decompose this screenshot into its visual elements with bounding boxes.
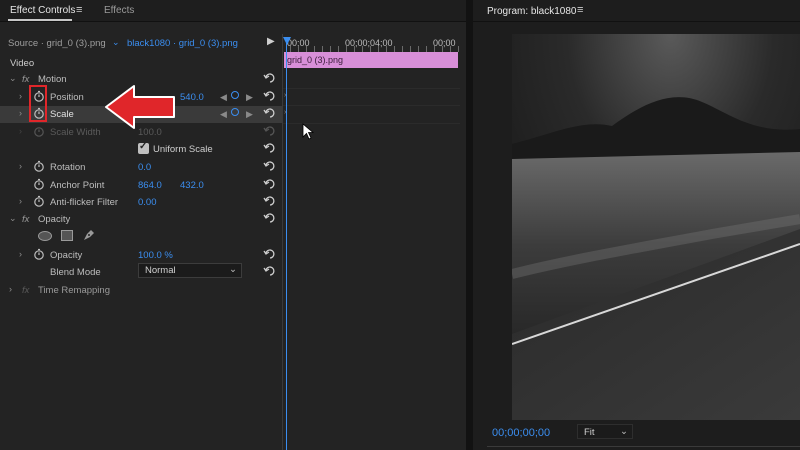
uniform-scale-checkbox[interactable]: [138, 141, 149, 154]
prev-keyframe-icon[interactable]: ◀: [220, 109, 227, 120]
anti-flicker-value[interactable]: 0.00: [138, 197, 157, 208]
twirl-icon[interactable]: ›: [19, 91, 22, 101]
program-monitor-title[interactable]: Program: black1080: [487, 6, 577, 17]
reset-icon[interactable]: [263, 177, 277, 191]
rotation-label: Rotation: [50, 162, 86, 173]
monitor-scrub-bar[interactable]: [487, 446, 800, 447]
position-label: Position: [50, 92, 84, 103]
play-icon[interactable]: ▶: [267, 36, 275, 47]
twirl-icon[interactable]: ›: [19, 161, 22, 171]
rotation-row: › Rotation 0.0: [0, 159, 282, 176]
prev-keyframe-icon[interactable]: ◀: [220, 92, 227, 103]
scale-width-label: Scale Width: [50, 127, 101, 138]
anti-flicker-label: Anti-flicker Filter: [50, 197, 119, 208]
tab-divider: [473, 21, 800, 22]
zoom-fit-value: Fit: [584, 427, 595, 438]
twirl-icon: ›: [19, 126, 22, 136]
active-tab-underline: [8, 19, 72, 21]
twirl-icon[interactable]: ›: [19, 249, 22, 259]
next-keyframe-icon[interactable]: ▶: [246, 92, 253, 103]
anchor-point-y-value[interactable]: 432.0: [180, 180, 204, 191]
fx-badge: fx: [22, 285, 30, 296]
pen-mask-icon[interactable]: [82, 228, 96, 242]
fx-badge[interactable]: fx: [22, 214, 29, 225]
reset-icon[interactable]: [263, 106, 277, 120]
source-clip-label: Source · grid_0 (3).png: [8, 38, 106, 49]
next-keyframe-icon[interactable]: ▶: [246, 109, 253, 120]
anchor-point-row: Anchor Point 864.0 432.0: [0, 177, 282, 194]
anchor-point-x-value[interactable]: 864.0: [138, 180, 162, 191]
twirl-icon[interactable]: ›: [9, 284, 12, 294]
menu-icon[interactable]: ≡: [577, 4, 583, 16]
stopwatch-icon[interactable]: [33, 195, 45, 207]
reset-icon[interactable]: [263, 211, 277, 225]
zoom-fit-dropdown[interactable]: Fit ⌄: [577, 424, 633, 439]
reset-icon: [263, 126, 275, 136]
add-keyframe-icon[interactable]: [231, 91, 239, 99]
ellipse-mask-icon[interactable]: [38, 231, 52, 241]
reset-icon[interactable]: [263, 141, 277, 155]
blend-mode-value: Normal: [145, 265, 176, 276]
position-value[interactable]: 540.0: [180, 92, 204, 103]
reset-icon[interactable]: [263, 247, 277, 261]
twirl-icon[interactable]: ›: [19, 108, 22, 118]
opacity-row: › Opacity 100.0 %: [0, 247, 282, 264]
road-landscape-image: [512, 34, 800, 420]
reset-icon[interactable]: [263, 71, 277, 85]
scale-label: Scale: [50, 109, 74, 120]
opacity-section-label: Opacity: [38, 214, 71, 225]
reset-icon[interactable]: [263, 89, 277, 103]
add-keyframe-icon[interactable]: [231, 108, 239, 116]
anti-flicker-row: › Anti-flicker Filter 0.00: [0, 194, 282, 211]
sequence-clip-selector[interactable]: black1080 · grid_0 (3).png: [127, 38, 238, 49]
uniform-scale-label: Uniform Scale: [153, 144, 213, 155]
menu-icon[interactable]: ≡: [76, 4, 82, 16]
program-viewer-frame[interactable]: [512, 34, 800, 420]
reset-icon[interactable]: [263, 264, 277, 278]
rotation-value[interactable]: 0.0: [138, 162, 151, 173]
playhead-handle[interactable]: [283, 37, 291, 45]
panel-separator[interactable]: [466, 0, 473, 450]
time-remapping-row[interactable]: › fx Time Remapping: [0, 282, 282, 299]
timeline-row-line: [283, 88, 460, 89]
cursor-icon: [302, 123, 314, 140]
panel-divider[interactable]: [282, 34, 283, 450]
motion-label: Motion: [38, 74, 67, 85]
stopwatch-icon: [34, 127, 44, 137]
twirl-icon[interactable]: ⌄: [9, 73, 17, 84]
opacity-label: Opacity: [50, 250, 83, 261]
stopwatch-highlight-box: [29, 85, 47, 122]
opacity-section-row[interactable]: ⌄ fx Opacity: [0, 211, 282, 228]
reset-icon[interactable]: [263, 194, 277, 208]
video-section-header: Video: [10, 58, 35, 69]
blend-mode-label: Blend Mode: [50, 267, 101, 278]
playhead-line: [286, 42, 287, 450]
twirl-icon[interactable]: ⌄: [9, 213, 17, 224]
stopwatch-icon[interactable]: [33, 160, 45, 172]
fx-badge[interactable]: fx: [22, 74, 29, 85]
twirl-icon[interactable]: ›: [19, 196, 22, 206]
chevron-down-icon: ⌄: [620, 426, 628, 437]
blend-mode-dropdown[interactable]: Normal ⌄: [138, 263, 242, 278]
rectangle-mask-icon[interactable]: [61, 230, 73, 241]
program-timecode[interactable]: 00;00;00;00: [492, 427, 550, 439]
chevron-down-icon: ⌄: [229, 264, 237, 275]
tab-effects[interactable]: Effects: [104, 5, 134, 16]
stopwatch-icon[interactable]: [33, 248, 45, 260]
stopwatch-icon[interactable]: [33, 178, 45, 190]
red-arrow-icon: [105, 85, 175, 129]
opacity-value[interactable]: 100.0 %: [138, 250, 173, 261]
time-remapping-label: Time Remapping: [38, 285, 110, 296]
reset-icon[interactable]: [263, 159, 277, 173]
clip-bar[interactable]: grid_0 (3).png: [284, 52, 458, 68]
anchor-point-label: Anchor Point: [50, 180, 105, 191]
chevron-down-icon[interactable]: ⌄: [112, 37, 120, 48]
timeline-row-line: [283, 105, 460, 106]
